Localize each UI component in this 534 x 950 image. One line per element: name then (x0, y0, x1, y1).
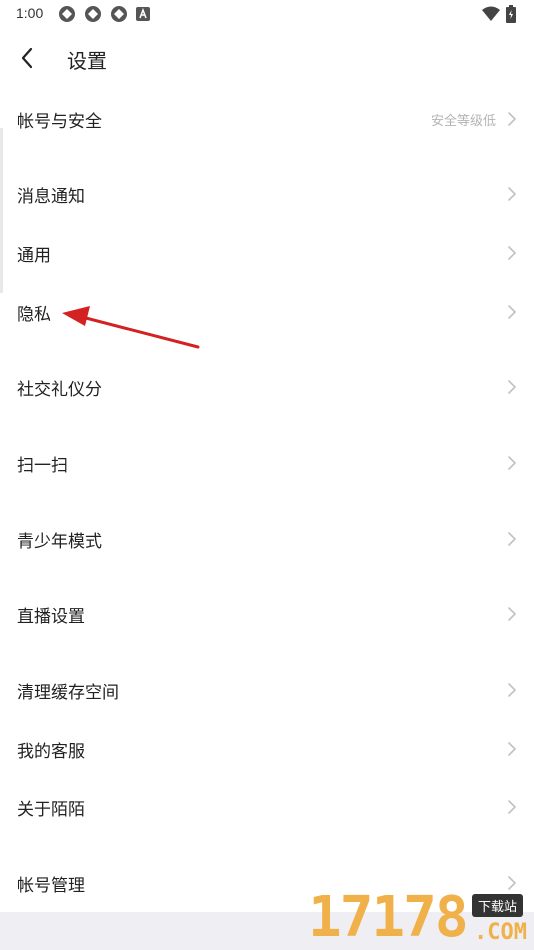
network-icon (111, 6, 127, 22)
settings-item-label: 关于陌陌 (17, 800, 85, 820)
watermark-badge: 下载站 (472, 894, 524, 917)
settings-item-account-security[interactable]: 帐号与安全 安全等级低 (0, 94, 534, 144)
system-icons (482, 5, 516, 23)
settings-item-general[interactable]: 通用 (0, 228, 534, 278)
settings-item-notifications[interactable]: 消息通知 (0, 169, 534, 219)
chevron-right-icon (508, 683, 516, 697)
settings-item-label: 青少年模式 (17, 532, 102, 552)
status-bar: 1:00 (0, 0, 534, 28)
status-time: 1:00 (16, 5, 44, 21)
settings-item-privacy[interactable]: 隐私 (0, 287, 534, 337)
chevron-right-icon (508, 246, 516, 260)
network-icon (59, 6, 75, 22)
chevron-right-icon (508, 607, 516, 621)
a-icon (136, 7, 150, 21)
chevron-left-icon (21, 47, 33, 69)
settings-item-teen-mode[interactable]: 青少年模式 (0, 514, 534, 564)
settings-item-label: 直播设置 (17, 607, 85, 627)
settings-item-label: 隐私 (17, 305, 51, 325)
network-icon (85, 6, 101, 22)
settings-item-label: 扫一扫 (17, 456, 68, 476)
settings-item-scan[interactable]: 扫一扫 (0, 438, 534, 488)
chevron-right-icon (508, 112, 516, 126)
settings-item-social-etiquette[interactable]: 社交礼仪分 (0, 362, 534, 412)
chevron-right-icon (508, 305, 516, 319)
settings-item-label: 社交礼仪分 (17, 380, 102, 400)
watermark-number: 17178 (308, 885, 469, 950)
settings-item-customer-service[interactable]: 我的客服 (0, 724, 534, 774)
watermark-domain: .COM (474, 920, 527, 945)
settings-item-label: 帐号管理 (17, 876, 85, 896)
chevron-right-icon (508, 187, 516, 201)
chevron-right-icon (508, 380, 516, 394)
settings-item-label: 我的客服 (17, 742, 85, 762)
settings-item-label: 通用 (17, 246, 51, 266)
settings-item-label: 消息通知 (17, 187, 85, 207)
security-level-value: 安全等级低 (430, 114, 496, 129)
back-button[interactable] (14, 44, 46, 72)
notification-icons (58, 5, 150, 23)
chevron-right-icon (508, 532, 516, 546)
settings-item-about[interactable]: 关于陌陌 (0, 782, 534, 832)
settings-item-clear-cache[interactable]: 清理缓存空间 (0, 665, 534, 715)
chevron-right-icon (508, 742, 516, 756)
page-title: 设置 (67, 49, 107, 73)
settings-item-label: 清理缓存空间 (17, 683, 119, 703)
wifi-icon (482, 6, 500, 21)
battery-icon (506, 5, 516, 23)
settings-item-live-settings[interactable]: 直播设置 (0, 589, 534, 639)
settings-item-label: 帐号与安全 (17, 112, 102, 132)
app-header: 设置 (0, 38, 534, 78)
chevron-right-icon (508, 456, 516, 470)
chevron-right-icon (508, 800, 516, 814)
watermark-logo: 17178 下载站 .COM (308, 886, 534, 950)
